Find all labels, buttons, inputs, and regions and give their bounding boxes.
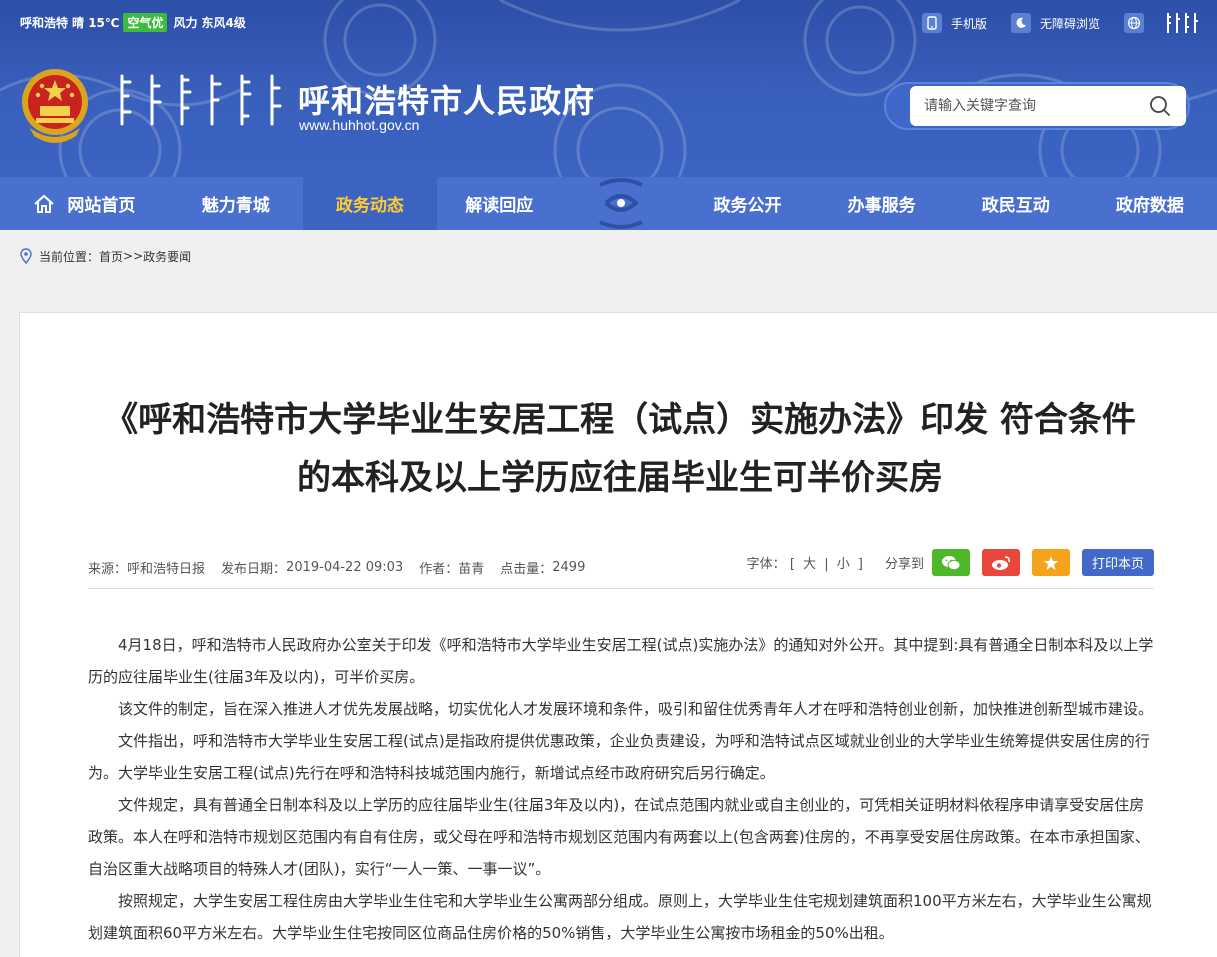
accessibility-icon <box>1010 13 1031 33</box>
main-nav: 网站首页 魅力青城 政务动态 解读回应 政务公开 办事服务 政民互动 政府数据 <box>0 177 1217 230</box>
author-label: 作者： <box>419 562 459 577</box>
font-bracket-close: ] <box>857 557 863 572</box>
nav-item-charm[interactable]: 魅力青城 <box>169 177 303 230</box>
search-button[interactable] <box>1140 86 1180 126</box>
font-small-button[interactable]: 小 <box>837 557 850 572</box>
breadcrumb-home[interactable]: 首页 <box>99 248 123 265</box>
nav-item-public[interactable]: 政务公开 <box>680 177 814 230</box>
breadcrumb-current[interactable]: 政务要闻 <box>143 248 191 265</box>
nav-item-home[interactable]: 网站首页 <box>0 177 169 230</box>
wind-value: 东风4级 <box>201 15 246 30</box>
home-icon <box>33 193 55 215</box>
mobile-version-label: 手机版 <box>950 16 987 31</box>
nav-item-label: 政务动态 <box>335 196 404 216</box>
article-meta: 来源： 呼和浩特日报 发布日期： 2019-04-22 09:03 作者： 苗青… <box>88 547 1154 589</box>
source-label: 来源： <box>88 562 128 577</box>
article-paragraph: 文件规定，具有普通全日制本科及以上学历的应往届毕业生(往届3年及以内)，在试点范… <box>88 796 1150 878</box>
wind-label: 风力 <box>173 15 198 30</box>
article-title: 《呼和浩特市大学毕业生安居工程（试点）实施办法》印发 符合条件的本科及以上学历应… <box>104 400 1136 498</box>
search-box <box>910 86 1186 126</box>
date-value: 2019-04-22 09:03 <box>286 560 404 575</box>
nav-item-label: 政民互动 <box>981 196 1050 216</box>
weather-text: 晴 15℃ <box>72 15 120 30</box>
print-page-button[interactable]: 打印本页 <box>1081 549 1154 576</box>
accessible-browse-link[interactable]: 无障碍浏览 <box>1010 13 1100 33</box>
article-paragraph: 4月18日，呼和浩特市人民政府办公室关于印发《呼和浩特市大学毕业生安居工程(试点… <box>88 636 1154 686</box>
article-paragraph: 该文件的制定，旨在深入推进人才优先发展战略，切实优化人才发展环境和条件，吸引和留… <box>118 700 1154 718</box>
clicks-value: 2499 <box>552 560 586 575</box>
font-bracket-open: [ <box>789 557 795 572</box>
accessible-browse-label: 无障碍浏览 <box>1039 16 1100 31</box>
author-value: 苗青 <box>458 562 485 577</box>
site-url: www.huhhot.gov.cn <box>299 117 420 133</box>
language-link[interactable] <box>1124 13 1153 33</box>
star-icon <box>1043 555 1058 570</box>
article-tools: 字体： [ 大 | 小 ] 分享到 打印本页 <box>747 549 1154 576</box>
nav-item-label: 办事服务 <box>847 196 916 216</box>
location-pin-icon <box>20 248 32 264</box>
site-title: 呼和浩特市人民政府 <box>298 82 596 120</box>
breadcrumb: 当前位置： 首页 >> 政务要闻 <box>0 230 1217 282</box>
air-quality-badge: 空气优 <box>123 12 168 32</box>
nav-item-interpretation[interactable]: 解读回应 <box>437 177 562 230</box>
national-emblem-icon <box>22 69 88 143</box>
nav-item-interaction[interactable]: 政民互动 <box>949 177 1083 230</box>
search-icon <box>1150 96 1171 117</box>
weather-bar: 呼和浩特 晴 15℃ 空气优 风力 东风4级 <box>20 12 246 32</box>
font-size-label: 字体： <box>746 557 786 572</box>
font-separator: | <box>824 557 829 572</box>
article-body: 4月18日，呼和浩特市人民政府办公室关于印发《呼和浩特市大学毕业生安居工程(试点… <box>88 629 1154 949</box>
nav-item-label: 解读回应 <box>465 196 534 216</box>
weibo-icon <box>991 555 1010 570</box>
font-large-button[interactable]: 大 <box>803 557 816 572</box>
nav-item-services[interactable]: 办事服务 <box>815 177 949 230</box>
font-size-control: 字体： [ 大 | 小 ] <box>747 553 863 572</box>
globe-icon <box>1124 13 1144 33</box>
breadcrumb-separator: >> <box>123 249 144 263</box>
mongolian-script-mark <box>1167 13 1198 33</box>
nav-item-label: 魅力青城 <box>201 196 270 216</box>
site-header: 呼和浩特 晴 15℃ 空气优 风力 东风4级 手机版 无障碍浏览 呼和浩特市人民… <box>0 0 1217 177</box>
search-input[interactable] <box>910 98 1140 114</box>
share-weibo-button[interactable] <box>981 549 1020 576</box>
nav-item-data[interactable]: 政府数据 <box>1083 177 1217 230</box>
share-wechat-button[interactable] <box>931 549 970 576</box>
mongolian-title-script <box>120 74 282 126</box>
nav-item-news[interactable]: 政务动态 <box>302 177 437 230</box>
source-value: 呼和浩特日报 <box>127 562 206 577</box>
article-container: 《呼和浩特市大学毕业生安居工程（试点）实施办法》印发 符合条件的本科及以上学历应… <box>19 312 1217 957</box>
nav-item-label: 政务公开 <box>713 196 782 216</box>
clicks-label: 点击量： <box>500 562 553 577</box>
share-label: 分享到 <box>884 557 924 572</box>
share-favorite-button[interactable] <box>1031 549 1070 576</box>
nav-item-label: 网站首页 <box>67 196 136 216</box>
top-links: 手机版 无障碍浏览 <box>921 11 1217 35</box>
article-paragraph: 文件指出，呼和浩特市大学毕业生安居工程(试点)是指政府提供优惠政策，企业负责建设… <box>88 732 1150 782</box>
nav-item-label: 政府数据 <box>1115 196 1184 216</box>
article-paragraph: 按照规定，大学生安居工程住房由大学毕业生住宅和大学毕业生公寓两部分组成。原则上，… <box>88 892 1152 942</box>
mobile-icon <box>921 13 942 33</box>
nav-ornament <box>562 177 681 230</box>
wechat-icon <box>941 555 961 570</box>
date-label: 发布日期： <box>221 562 287 577</box>
city-name: 呼和浩特 <box>20 15 69 30</box>
breadcrumb-prefix: 当前位置： <box>39 249 100 264</box>
mobile-version-link[interactable]: 手机版 <box>921 13 987 33</box>
